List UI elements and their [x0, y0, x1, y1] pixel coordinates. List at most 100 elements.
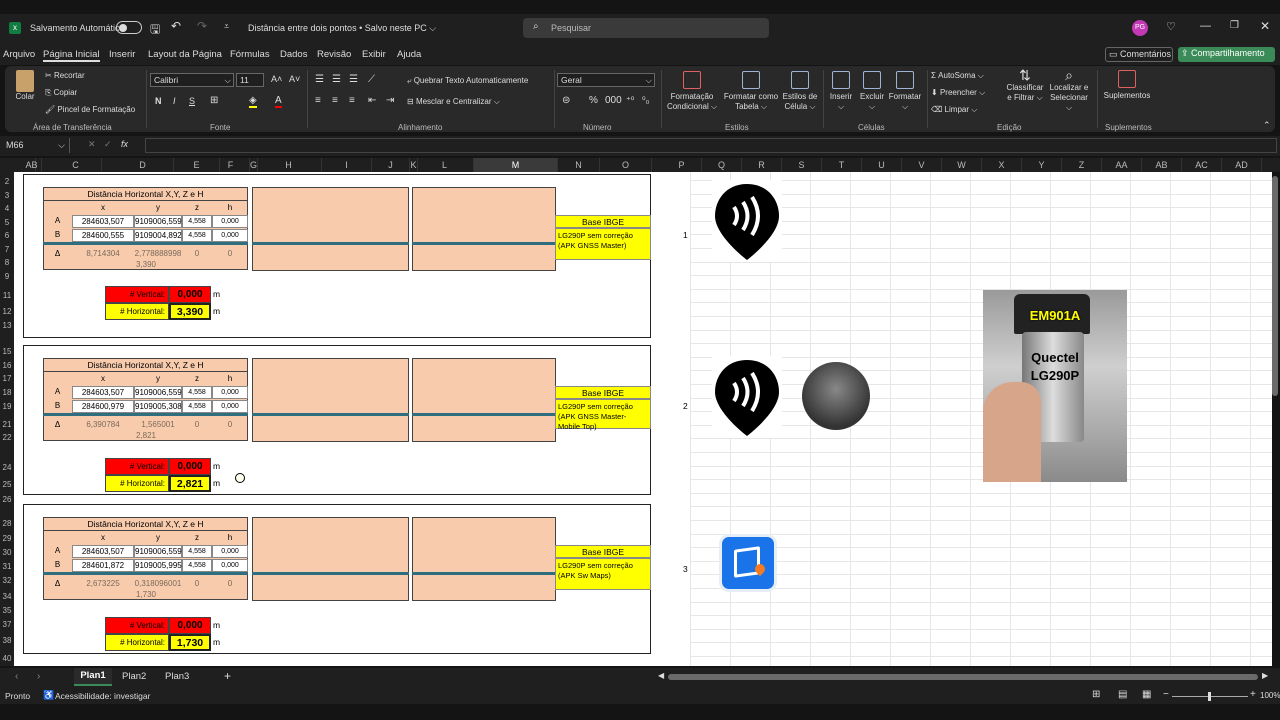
fill-color-icon[interactable]: ◈ — [249, 95, 257, 108]
hscroll-left-icon[interactable]: ◀ — [658, 671, 664, 680]
menu-layout[interactable]: Layout da Página — [148, 49, 222, 60]
col-header-ac[interactable]: AC — [1182, 158, 1222, 172]
row-header-40[interactable]: 40 — [0, 652, 14, 665]
row-header-11[interactable]: 11 — [0, 289, 14, 302]
row-header-21[interactable]: 21 — [0, 418, 14, 431]
col-header-ad[interactable]: AD — [1222, 158, 1262, 172]
insert-cells-button[interactable]: Inserir ⌵ — [825, 71, 857, 112]
row-header-15[interactable]: 15 — [0, 345, 14, 358]
horizontal-scrollbar[interactable] — [668, 674, 1258, 680]
wrap-text-button[interactable]: ⤶ Quebrar Texto Automaticamente — [407, 76, 528, 86]
row-header-26[interactable]: 26 — [0, 493, 14, 506]
italic-icon[interactable]: I — [173, 96, 176, 106]
clear-button[interactable]: ⌫ Limpar ⌵ — [931, 105, 977, 115]
worksheet-grid[interactable]: Distância Horizontal X,Y, Z e Hx y z h A 2846… — [14, 172, 1272, 666]
col-header-b[interactable]: B — [28, 158, 42, 172]
insert-function-icon[interactable]: fx — [121, 139, 128, 149]
sheet-tab-plan3[interactable]: Plan3 — [165, 671, 189, 682]
sheet-tab-plan1[interactable]: Plan1 — [74, 668, 112, 686]
font-size-select[interactable]: 11 — [236, 73, 264, 87]
vertical-value[interactable]: 0,000 — [169, 286, 211, 303]
row-header-31[interactable]: 31 — [0, 560, 14, 573]
cell-rowB-3[interactable]: 4,558 — [182, 559, 212, 572]
cell-rowA-3[interactable]: 4,558 — [182, 215, 212, 228]
align-left-icon[interactable]: ≡ — [315, 95, 321, 106]
comments-button[interactable]: ▭ Comentários — [1105, 47, 1173, 62]
page-break-icon[interactable]: ▦ — [1142, 689, 1151, 700]
row-header-13[interactable]: 13 — [0, 319, 14, 332]
fill-button[interactable]: ⬇ Preencher ⌵ — [931, 88, 985, 98]
autosave-toggle[interactable] — [116, 21, 142, 34]
horizontal-value[interactable]: 2,821 — [169, 475, 211, 492]
base-label[interactable]: Base IBGE — [555, 386, 651, 399]
close-icon[interactable]: ✕ — [1260, 19, 1270, 33]
outdent-icon[interactable]: ⇥ — [386, 95, 394, 106]
row-header-34[interactable]: 34 — [0, 590, 14, 603]
share-button[interactable]: ⇪ Compartilhamento — [1178, 47, 1275, 62]
zoom-slider[interactable] — [1172, 692, 1248, 701]
cell-rowB-1[interactable]: 284601,872 — [72, 559, 134, 572]
format-table-button[interactable]: Formatar como Tabela ⌵ — [722, 71, 780, 112]
rover-label[interactable]: LG290P sem correção (APK GNSS Master-Mob… — [555, 399, 651, 431]
col-header-x[interactable]: X — [982, 158, 1022, 172]
vertical-scrollbar[interactable] — [1272, 176, 1278, 396]
cell-rowA-1[interactable]: 284603,507 — [72, 545, 134, 558]
copy-button[interactable]: ⎘ Copiar — [45, 88, 77, 98]
decrease-decimal-icon[interactable]: ⁰₀ — [642, 95, 649, 106]
undo-icon[interactable]: ↶ — [171, 19, 181, 33]
menu-dados[interactable]: Dados — [280, 49, 307, 60]
indent-icon[interactable]: ⇤ — [368, 95, 376, 106]
accessibility-icon[interactable]: ♿ — [43, 690, 54, 701]
save-icon[interactable]: 🖫 — [150, 20, 160, 41]
delta-cell-4[interactable]: 0 — [212, 419, 248, 431]
restore-icon[interactable]: ❐ — [1230, 20, 1239, 31]
conditional-format-button[interactable]: Formatação Condicional ⌵ — [662, 71, 722, 112]
horizontal-value[interactable]: 1,730 — [169, 634, 211, 651]
cell-rowA-3[interactable]: 4,558 — [182, 386, 212, 399]
distance-value[interactable]: 3,390 — [114, 259, 178, 270]
redo-icon[interactable]: ↷ — [197, 19, 207, 33]
row-header-12[interactable]: 12 — [0, 305, 14, 318]
row-header-22[interactable]: 22 — [0, 431, 14, 444]
cell-rowB-4[interactable]: 0,000 — [212, 400, 248, 413]
col-header-aa[interactable]: AA — [1102, 158, 1142, 172]
align-middle-icon[interactable]: ☰ — [332, 74, 341, 85]
sort-filter-button[interactable]: ⇅ Classificar e Filtrar ⌵ — [1005, 68, 1045, 103]
autosum-button[interactable]: Σ AutoSoma ⌵ — [931, 71, 984, 81]
row-header-37[interactable]: 37 — [0, 618, 14, 631]
enter-icon[interactable]: ✓ — [104, 139, 112, 150]
underline-icon[interactable]: S — [189, 96, 195, 106]
col-header-v[interactable]: V — [902, 158, 942, 172]
row-header-8[interactable]: 8 — [0, 256, 14, 269]
cell-rowA-4[interactable]: 0,000 — [212, 545, 248, 558]
addins-button[interactable]: Suplementos — [1100, 70, 1154, 101]
shrink-font-icon[interactable]: A˅ — [289, 74, 300, 84]
base-label[interactable]: Base IBGE — [555, 545, 651, 558]
vertical-value[interactable]: 0,000 — [169, 458, 211, 475]
col-header-r[interactable]: R — [742, 158, 782, 172]
col-header-i[interactable]: I — [322, 158, 372, 172]
menu-arquivo[interactable]: Arquivo — [3, 49, 35, 60]
delta-cell-3[interactable]: 0 — [182, 578, 212, 590]
delta-cell-0[interactable]: Δ — [43, 419, 72, 431]
hscroll-right-icon[interactable]: ▶ — [1262, 671, 1268, 680]
search-box[interactable]: ⌕ Pesquisar — [523, 18, 769, 38]
distance-value[interactable]: 1,730 — [114, 589, 178, 600]
cell-rowA-0[interactable]: A — [43, 545, 72, 558]
cell-rowB-0[interactable]: B — [43, 400, 72, 413]
cell-rowA-1[interactable]: 284603,507 — [72, 215, 134, 228]
rover-label[interactable]: LG290P sem correção (APK Sw Maps) — [555, 558, 651, 590]
row-header-4[interactable]: 4 — [0, 202, 14, 215]
row-header-25[interactable]: 25 — [0, 478, 14, 491]
col-header-s[interactable]: S — [782, 158, 822, 172]
horizontal-value[interactable]: 3,390 — [169, 303, 211, 320]
delta-cell-3[interactable]: 0 — [182, 248, 212, 260]
menu-revisao[interactable]: Revisão — [317, 49, 351, 60]
col-header-m[interactable]: M — [474, 158, 558, 172]
delta-cell-3[interactable]: 0 — [182, 419, 212, 431]
cell-rowB-2[interactable]: 9109004,892 — [134, 229, 182, 242]
cell-rowB-4[interactable]: 0,000 — [212, 229, 248, 242]
prev-sheet-icon[interactable]: ‹ — [15, 671, 18, 682]
cancel-icon[interactable]: ✕ — [88, 139, 96, 150]
accessibility-status[interactable]: Acessibilidade: investigar — [55, 691, 150, 701]
